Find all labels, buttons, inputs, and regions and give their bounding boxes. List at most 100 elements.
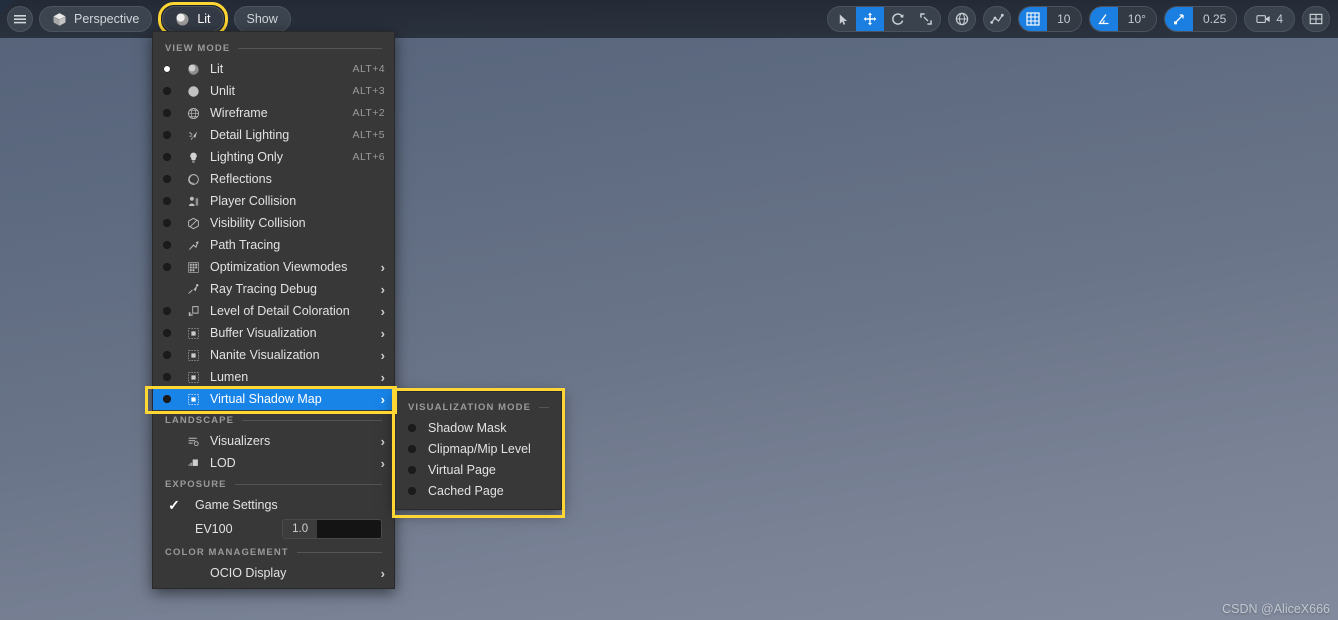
show-flags-button[interactable]: Show xyxy=(233,6,291,32)
menu-item-reflections[interactable]: Reflections xyxy=(153,168,394,190)
menu-item-unlit[interactable]: Unlit ALT+3 xyxy=(153,80,394,102)
radio-indicator xyxy=(163,87,171,95)
hamburger-icon xyxy=(13,13,27,25)
menu-item-detail-lighting[interactable]: Detail Lighting ALT+5 xyxy=(153,124,394,146)
scale-gizmo-icon xyxy=(919,12,933,26)
submenu-item-cached-page[interactable]: Cached Page xyxy=(396,480,561,501)
menu-item-buffer-visualization[interactable]: Buffer Visualization › xyxy=(153,322,394,344)
move-gizmo-icon xyxy=(863,12,877,26)
camera-perspective-button[interactable]: Perspective xyxy=(39,6,153,32)
radio-indicator xyxy=(163,351,171,359)
menu-item-visualizers[interactable]: Visualizers › xyxy=(153,430,394,452)
grid-snap-group: 10 xyxy=(1017,6,1082,32)
menu-item-label: Visibility Collision xyxy=(210,216,306,230)
chevron-right-icon: › xyxy=(380,433,385,449)
menu-item-label: Detail Lighting xyxy=(210,128,290,142)
rotate-tool-button[interactable] xyxy=(884,7,912,31)
radio-indicator xyxy=(163,131,171,139)
ev100-slider[interactable]: 1.0 xyxy=(282,519,382,539)
submenu-item-virtual-page[interactable]: Virtual Page xyxy=(396,459,561,480)
menu-item-shortcut: ALT+5 xyxy=(352,129,385,141)
menu-item-nanite-visualization[interactable]: Nanite Visualization › xyxy=(153,344,394,366)
menu-item-wireframe[interactable]: Wireframe ALT+2 xyxy=(153,102,394,124)
scale-tool-button[interactable] xyxy=(912,7,940,31)
view-mode-button[interactable]: Lit xyxy=(162,6,224,32)
select-tool-button[interactable] xyxy=(828,7,856,31)
radio-indicator xyxy=(163,241,171,249)
show-label: Show xyxy=(246,12,278,26)
ev100-label: EV100 xyxy=(195,522,233,536)
menu-item-visibility-collision[interactable]: Visibility Collision xyxy=(153,212,394,234)
angle-snap-value[interactable]: 10° xyxy=(1117,7,1156,31)
menu-item-label: Nanite Visualization xyxy=(210,348,320,362)
menu-item-label: Virtual Shadow Map xyxy=(210,392,322,406)
chevron-right-icon: › xyxy=(380,565,385,581)
radio-indicator xyxy=(163,197,171,205)
section-title: EXPOSURE xyxy=(165,479,227,490)
radio-indicator xyxy=(163,219,171,227)
scale-snap-value[interactable]: 0.25 xyxy=(1192,7,1237,31)
surface-snapping-button[interactable] xyxy=(982,6,1011,32)
move-tool-button[interactable] xyxy=(855,7,884,31)
submenu-item-label: Cached Page xyxy=(428,483,504,498)
menu-item-label: Lumen xyxy=(210,370,249,384)
menu-item-game-settings[interactable]: ✓ Game Settings xyxy=(153,494,394,516)
menu-item-lod[interactable]: LOD › xyxy=(153,452,394,474)
viewport-layout-icon xyxy=(1309,12,1323,26)
globe-icon xyxy=(955,12,969,26)
menu-item-player-collision[interactable]: Player Collision xyxy=(153,190,394,212)
view-mode-label: Lit xyxy=(197,12,211,26)
lod-coloration-icon xyxy=(185,303,201,319)
chevron-right-icon: › xyxy=(380,369,385,385)
menu-item-label: Unlit xyxy=(210,84,236,98)
scale-snap-toggle[interactable] xyxy=(1164,7,1193,31)
menu-item-ray-tracing-debug[interactable]: Ray Tracing Debug › xyxy=(153,278,394,300)
virtual-shadow-map-icon xyxy=(185,391,201,407)
buffer-visualization-icon xyxy=(185,325,201,341)
transform-tool-group xyxy=(826,6,941,32)
surface-snapping-icon xyxy=(990,12,1004,26)
ocio-icon xyxy=(185,565,201,581)
viewport-menu-button[interactable] xyxy=(7,6,33,32)
submenu-item-label: Virtual Page xyxy=(428,462,496,477)
menu-item-lighting-only[interactable]: Lighting Only ALT+6 xyxy=(153,146,394,168)
coordinate-system-button[interactable] xyxy=(947,6,976,32)
radio-indicator xyxy=(163,329,171,337)
angle-icon xyxy=(1097,12,1111,26)
radio-indicator xyxy=(408,444,416,453)
menu-item-lit[interactable]: Lit ALT+4 xyxy=(153,58,394,80)
viewport-layout-button[interactable] xyxy=(1302,6,1330,32)
radio-indicator-empty xyxy=(163,437,171,445)
section-title: COLOR MANAGEMENT xyxy=(165,547,289,558)
radio-indicator xyxy=(408,486,416,495)
grid-snap-value[interactable]: 10 xyxy=(1046,7,1081,31)
menu-item-level-of-detail-coloration[interactable]: Level of Detail Coloration › xyxy=(153,300,394,322)
section-header-color-management: COLOR MANAGEMENT xyxy=(153,542,394,562)
menu-item-lumen[interactable]: Lumen › xyxy=(153,366,394,388)
submenu-item-shadow-mask[interactable]: Shadow Mask xyxy=(396,417,561,438)
grid-snap-toggle[interactable] xyxy=(1018,7,1047,31)
radio-indicator xyxy=(408,465,416,474)
cube-icon xyxy=(52,12,67,27)
radio-indicator xyxy=(163,175,171,183)
menu-item-optimization-viewmodes[interactable]: Optimization Viewmodes › xyxy=(153,256,394,278)
rotate-gizmo-icon xyxy=(891,12,905,26)
section-header-exposure: EXPOSURE xyxy=(153,474,394,494)
lit-sphere-icon xyxy=(185,61,201,77)
cursor-arrow-icon xyxy=(837,13,850,26)
section-rule xyxy=(234,484,382,485)
chevron-right-icon: › xyxy=(380,347,385,363)
unlit-sphere-icon xyxy=(185,83,201,99)
camera-speed-button[interactable]: 4 xyxy=(1244,6,1295,32)
menu-item-path-tracing[interactable]: Path Tracing xyxy=(153,234,394,256)
path-tracing-icon xyxy=(185,237,201,253)
menu-item-ocio-display[interactable]: OCIO Display › xyxy=(153,562,394,584)
menu-item-virtual-shadow-map[interactable]: Virtual Shadow Map › xyxy=(153,388,394,410)
submenu-item-clipmap-mip-level[interactable]: Clipmap/Mip Level xyxy=(396,438,561,459)
menu-item-label: Level of Detail Coloration xyxy=(210,304,350,318)
angle-snap-toggle[interactable] xyxy=(1089,7,1118,31)
lightbulb-icon xyxy=(185,149,201,165)
menu-item-shortcut: ALT+3 xyxy=(352,85,385,97)
menu-item-label: Player Collision xyxy=(210,194,297,208)
radio-indicator xyxy=(163,263,171,271)
